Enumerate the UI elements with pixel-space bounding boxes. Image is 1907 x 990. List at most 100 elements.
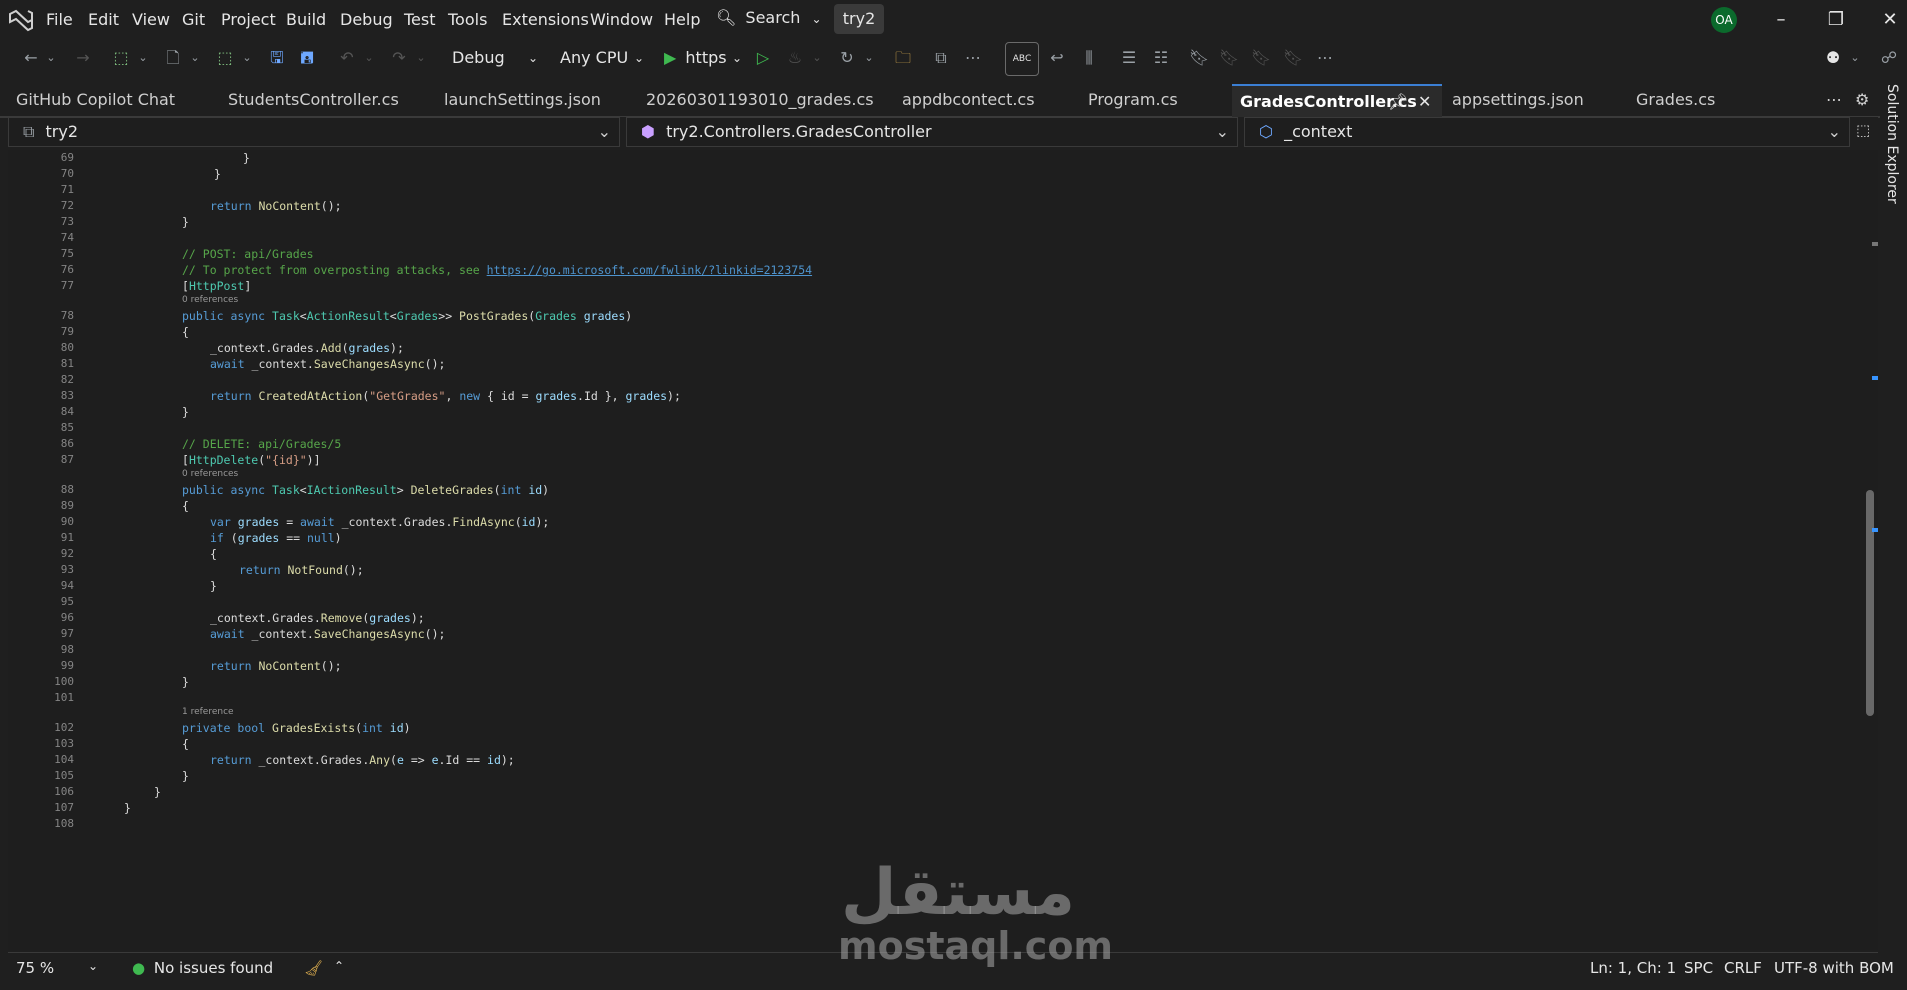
minimize-icon[interactable]: – — [1767, 6, 1795, 34]
class-dropdown[interactable]: ⬢ try2.Controllers.GradesController ⌄ — [626, 117, 1238, 147]
codelens-references[interactable]: 0 references — [182, 295, 238, 305]
tab-gradescontroller[interactable]: GradesController.cs 📌︎ ✕ — [1232, 84, 1442, 118]
codelens-references[interactable]: 1 reference — [182, 707, 234, 717]
tab-github-copilot-chat[interactable]: GitHub Copilot Chat — [16, 84, 186, 116]
redo-icon[interactable]: ↷ — [388, 46, 410, 70]
platform-dropdown[interactable]: Any CPU ⌄ — [550, 45, 650, 71]
tab-overflow-icon[interactable]: ⋯ — [1826, 84, 1846, 116]
hot-reload-icon[interactable]: ♨ — [784, 46, 806, 70]
cursor-position[interactable]: Ln: 1, Ch: 1 — [1590, 959, 1676, 977]
pin-icon[interactable]: 📌︎ — [1388, 86, 1408, 118]
line-number: 76 — [60, 263, 74, 276]
scrollbar-thumb[interactable] — [1866, 490, 1874, 716]
project-dropdown[interactable]: ⧉ try2 ⌄ — [8, 117, 620, 147]
refresh-icon[interactable]: ↻ — [836, 46, 858, 70]
close-window-icon[interactable]: ✕ — [1876, 6, 1904, 34]
spell-check-icon[interactable]: ABC — [1005, 42, 1039, 76]
watermark-latin: mostaql.com — [838, 924, 1114, 968]
start-without-debugging-icon[interactable]: ▷ — [752, 46, 774, 70]
compare-icon[interactable]: ⫼ — [1078, 46, 1100, 70]
chevron-down-icon[interactable]: ⌄ — [362, 46, 376, 70]
search-button[interactable]: 🔍︎ Search ⌄ — [716, 8, 822, 32]
browser-link-icon[interactable]: ⧉ — [930, 46, 952, 70]
avatar[interactable]: OA — [1711, 7, 1737, 33]
line-number: 103 — [54, 737, 74, 750]
tab-launchsettings[interactable]: launchSettings.json — [444, 84, 614, 116]
code-line: if (grades == null) — [210, 531, 342, 545]
menu-view[interactable]: View — [132, 10, 170, 29]
indent-mode[interactable]: SPC — [1684, 959, 1713, 977]
chevron-down-icon[interactable]: ⌄ — [136, 46, 150, 70]
tab-grades[interactable]: Grades.cs — [1636, 84, 1746, 116]
navigate-forward-icon[interactable]: → — [72, 46, 94, 70]
save-all-icon[interactable]: 🖪︎ — [296, 46, 318, 70]
menu-window[interactable]: Window — [590, 10, 653, 29]
configuration-dropdown[interactable]: Debug ⌄ — [440, 45, 544, 71]
next-bookmark-icon[interactable]: 🔖︎ — [1250, 46, 1272, 70]
undo-icon[interactable]: ↶ — [336, 46, 358, 70]
code-editor[interactable]: 6869707172737475767778798081828384858687… — [8, 150, 1878, 950]
menu-git[interactable]: Git — [182, 10, 205, 29]
vertical-scrollbar[interactable] — [1862, 150, 1878, 950]
line-number: 80 — [60, 341, 74, 354]
tab-appdbcontect[interactable]: appdbcontect.cs — [902, 84, 1052, 116]
chevron-down-icon[interactable]: ⌄ — [188, 46, 202, 70]
live-share-icon[interactable]: ☍ — [1878, 46, 1900, 70]
restore-icon[interactable]: ❐ — [1822, 6, 1850, 34]
member-dropdown[interactable]: ⬡ _context ⌄ — [1244, 117, 1850, 147]
menu-debug[interactable]: Debug — [340, 10, 393, 29]
tab-studentscontroller[interactable]: StudentsController.cs — [228, 84, 399, 116]
previous-bookmark-icon[interactable]: 🔖︎ — [1218, 46, 1240, 70]
code-cleanup-icon[interactable]: 🧹︎ — [304, 959, 323, 977]
new-file-icon[interactable]: 🗋︎ — [162, 46, 184, 70]
menu-edit[interactable]: Edit — [88, 10, 119, 29]
project-value: try2 — [45, 122, 79, 141]
chevron-down-icon[interactable]: ⌄ — [862, 46, 876, 70]
chevron-down-icon[interactable]: ⌄ — [44, 46, 58, 70]
close-tab-icon[interactable]: ✕ — [1418, 86, 1431, 118]
navigate-back-icon[interactable]: ← — [20, 46, 42, 70]
solution-explorer-tab[interactable]: Solution Explorer — [1884, 84, 1900, 204]
tab-appsettings[interactable]: appsettings.json — [1452, 84, 1602, 116]
tab-grades-migration[interactable]: 20260301193010_grades.cs — [646, 84, 874, 116]
line-number: 108 — [54, 817, 74, 830]
menu-help[interactable]: Help — [664, 10, 700, 29]
chevron-down-icon[interactable]: ⌄ — [240, 46, 254, 70]
chevron-down-icon: ⌄ — [597, 122, 611, 141]
gear-icon[interactable]: ⚙ — [1855, 84, 1875, 116]
menu-tools[interactable]: Tools — [448, 10, 487, 29]
menu-extensions[interactable]: Extensions — [502, 10, 589, 29]
more-options-icon[interactable]: ⋯ — [962, 46, 984, 70]
start-debugging-button[interactable]: ▶ https ⌄ — [664, 45, 744, 71]
chevron-up-icon[interactable]: ⌃ — [334, 959, 344, 973]
toggle-word-wrap-icon[interactable]: ↩ — [1046, 46, 1068, 70]
split-editor-icon[interactable]: ⬚ — [1856, 121, 1870, 139]
line-number: 100 — [54, 675, 74, 688]
open-folder-icon[interactable]: ⬚ — [214, 46, 236, 70]
line-ending[interactable]: CRLF — [1724, 959, 1762, 977]
chevron-down-icon[interactable]: ⌄ — [810, 46, 824, 70]
copilot-icon[interactable]: ⚉ — [1820, 46, 1846, 70]
file-encoding[interactable]: UTF-8 with BOM — [1774, 959, 1894, 977]
code-hyperlink[interactable]: https://go.microsoft.com/fwlink/?linkid=… — [487, 263, 812, 277]
menu-build[interactable]: Build — [286, 10, 326, 29]
issues-indicator[interactable]: ● No issues found — [132, 959, 273, 977]
save-icon[interactable]: 🖫︎ — [266, 46, 288, 70]
new-project-icon[interactable]: ⬚ — [110, 46, 132, 70]
menu-project[interactable]: Project — [221, 10, 276, 29]
indent-icon[interactable]: ☷ — [1150, 46, 1172, 70]
solution-name-badge[interactable]: try2 — [834, 4, 884, 34]
visual-studio-logo-icon[interactable] — [8, 8, 34, 32]
menu-test[interactable]: Test — [404, 10, 436, 29]
outdent-icon[interactable]: ☰ — [1118, 46, 1140, 70]
find-in-files-icon[interactable]: 🗀︎ — [892, 46, 914, 70]
clear-bookmarks-icon[interactable]: 🔖︎ — [1282, 46, 1304, 70]
chevron-down-icon[interactable]: ⌄ — [1848, 46, 1862, 70]
more-options-icon[interactable]: ⋯ — [1314, 46, 1336, 70]
chevron-down-icon[interactable]: ⌄ — [414, 46, 428, 70]
codelens-references[interactable]: 0 references — [182, 469, 238, 479]
bookmark-icon[interactable]: 🔖︎ — [1188, 46, 1210, 70]
zoom-dropdown[interactable]: 75 % ⌄ — [16, 959, 102, 977]
menu-file[interactable]: File — [46, 10, 73, 29]
tab-program[interactable]: Program.cs — [1088, 84, 1198, 116]
